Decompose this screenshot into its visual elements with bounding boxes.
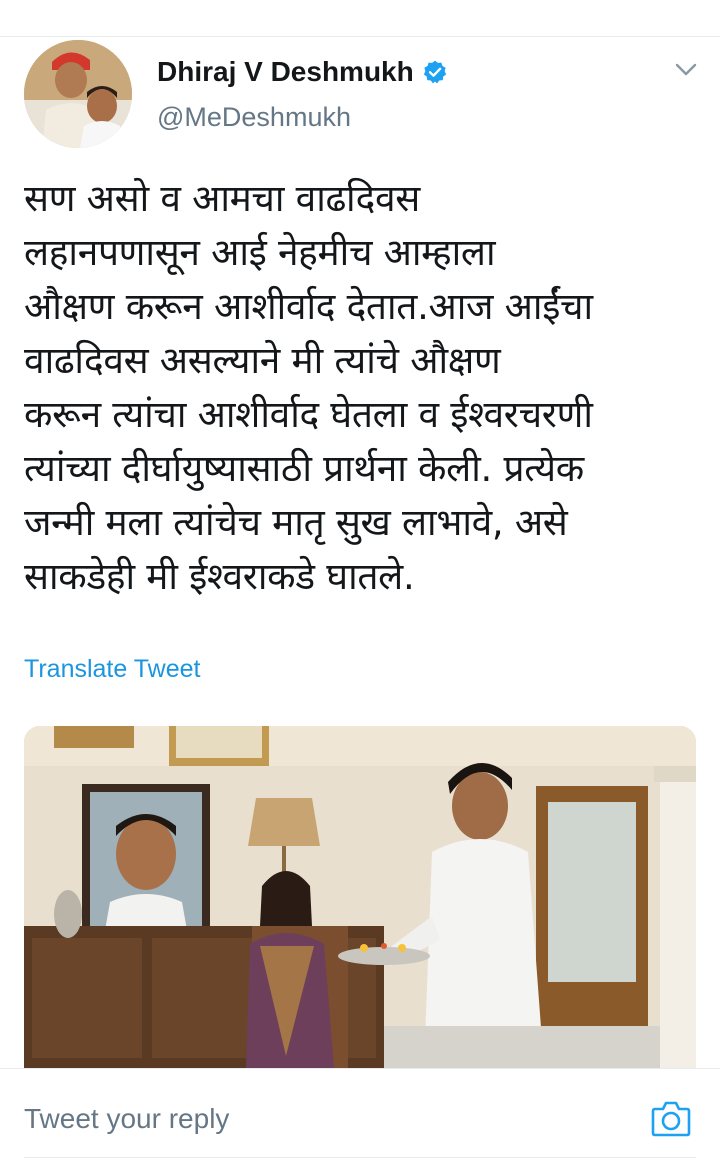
reply-bar — [0, 1069, 720, 1169]
translate-tweet-link[interactable]: Translate Tweet — [24, 652, 200, 686]
tweet-text: सण असो व आमचा वाढदिवस लहानपणासून आई नेहम… — [24, 177, 593, 598]
author-block: Dhiraj V Deshmukh @MeDeshmukh — [157, 55, 448, 133]
verified-badge-icon — [423, 60, 446, 84]
camera-icon[interactable] — [650, 1099, 692, 1139]
avatar-image — [24, 40, 132, 148]
media-photo — [24, 726, 696, 1068]
tweet-header: Dhiraj V Deshmukh @MeDeshmukh — [0, 37, 720, 167]
reply-underline — [24, 1157, 696, 1158]
author-handle[interactable]: @MeDeshmukh — [157, 101, 448, 133]
reply-input[interactable] — [24, 1099, 624, 1139]
display-name[interactable]: Dhiraj V Deshmukh — [157, 55, 414, 89]
tweet-media[interactable] — [24, 726, 696, 1068]
avatar[interactable] — [24, 40, 132, 148]
chevron-down-icon[interactable] — [670, 53, 702, 85]
